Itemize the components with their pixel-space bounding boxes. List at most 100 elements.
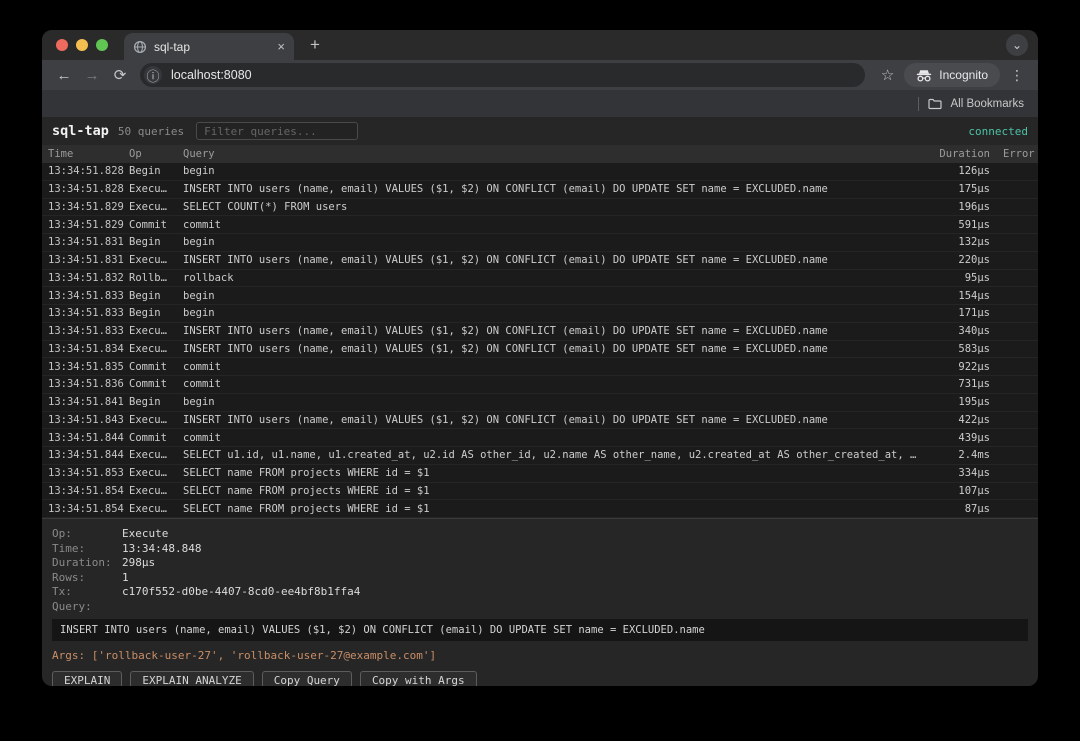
time-cell: 13:34:51.843 (48, 414, 129, 426)
table-row[interactable]: 13:34:51.833Execu…INSERT INTO users (nam… (42, 323, 1038, 341)
time-cell: 13:34:51.854 (48, 485, 129, 497)
dur-cell: 731µs (920, 378, 990, 390)
table-row[interactable]: 13:34:51.831Execu…INSERT INTO users (nam… (42, 252, 1038, 270)
query-cell: INSERT INTO users (name, email) VALUES (… (183, 414, 920, 426)
tab-title: sql-tap (154, 40, 270, 54)
table-row[interactable]: 13:34:51.829Execu…SELECT COUNT(*) FROM u… (42, 199, 1038, 217)
query-cell: SELECT u1.id, u1.name, u1.created_at, u2… (183, 449, 920, 461)
op-cell: Rollb… (129, 272, 183, 284)
incognito-icon (916, 69, 932, 82)
dur-cell: 126µs (920, 165, 990, 177)
table-row[interactable]: 13:34:51.854Execu…SELECT name FROM proje… (42, 500, 1038, 518)
explain-button[interactable]: EXPLAIN (52, 671, 122, 686)
column-header-duration[interactable]: Duration (920, 148, 990, 160)
forward-icon[interactable]: → (78, 67, 106, 84)
op-cell: Begin (129, 165, 183, 177)
time-cell: 13:34:51.835 (48, 361, 129, 373)
column-header-op[interactable]: Op (129, 148, 183, 160)
close-window-button[interactable] (56, 39, 68, 51)
minimize-window-button[interactable] (76, 39, 88, 51)
detail-query-box: INSERT INTO users (name, email) VALUES (… (52, 619, 1028, 641)
table-body: 13:34:51.828Beginbegin126µs13:34:51.828E… (42, 163, 1038, 518)
copy-with-args-button[interactable]: Copy with Args (360, 671, 477, 686)
dur-cell: 195µs (920, 396, 990, 408)
address-bar[interactable]: ⓘ localhost:8080 (140, 63, 865, 87)
detail-field-label: Rows: (52, 571, 122, 586)
query-cell: commit (183, 219, 920, 231)
time-cell: 13:34:51.836 (48, 378, 129, 390)
query-cell: commit (183, 378, 920, 390)
dur-cell: 334µs (920, 467, 990, 479)
query-cell: begin (183, 396, 920, 408)
maximize-window-button[interactable] (96, 39, 108, 51)
detail-field-value: c170f552-d0be-4407-8cd0-ee4bf8b1ffa4 (122, 585, 1028, 600)
table-row[interactable]: 13:34:51.829Commitcommit591µs (42, 216, 1038, 234)
reload-icon[interactable]: ⟳ (106, 66, 134, 84)
table-row[interactable]: 13:34:51.833Beginbegin171µs (42, 305, 1038, 323)
new-tab-icon[interactable]: + (310, 35, 320, 55)
detail-field: Duration:298µs (52, 556, 1028, 571)
all-bookmarks-label[interactable]: All Bookmarks (951, 98, 1025, 110)
table-row[interactable]: 13:34:51.832Rollb…rollback95µs (42, 270, 1038, 288)
dur-cell: 95µs (920, 272, 990, 284)
table-row[interactable]: 13:34:51.834Execu…INSERT INTO users (nam… (42, 341, 1038, 359)
dur-cell: 922µs (920, 361, 990, 373)
table-row[interactable]: 13:34:51.844Commitcommit439µs (42, 429, 1038, 447)
traffic-lights (42, 39, 124, 51)
site-info-icon[interactable]: ⓘ (144, 66, 162, 84)
table-row[interactable]: 13:34:51.828Beginbegin126µs (42, 163, 1038, 181)
query-cell: rollback (183, 272, 920, 284)
folder-icon (928, 98, 942, 110)
table-row[interactable]: 13:34:51.828Execu…INSERT INTO users (nam… (42, 181, 1038, 199)
op-cell: Begin (129, 307, 183, 319)
query-cell: INSERT INTO users (name, email) VALUES (… (183, 183, 920, 195)
time-cell: 13:34:51.831 (48, 236, 129, 248)
chevron-down-icon[interactable]: ⌄ (1006, 34, 1028, 56)
table-row[interactable]: 13:34:51.835Commitcommit922µs (42, 358, 1038, 376)
time-cell: 13:34:51.831 (48, 254, 129, 266)
tab-close-icon[interactable]: × (277, 40, 285, 53)
time-cell: 13:34:51.854 (48, 503, 129, 515)
table-header: Time Op Query Duration Error (42, 145, 1038, 163)
table-row[interactable]: 13:34:51.833Beginbegin154µs (42, 287, 1038, 305)
detail-panel: Op:ExecuteTime:13:34:48.848Duration:298µ… (42, 518, 1038, 686)
connection-status: connected (968, 125, 1028, 138)
app-title: sql-tap (52, 123, 109, 139)
op-cell: Execu… (129, 485, 183, 497)
table-row[interactable]: 13:34:51.853Execu…SELECT name FROM proje… (42, 465, 1038, 483)
table-row[interactable]: 13:34:51.844Execu…SELECT u1.id, u1.name,… (42, 447, 1038, 465)
tab-sql-tap[interactable]: sql-tap × (124, 33, 294, 60)
detail-field-label: Query: (52, 600, 122, 615)
query-cell: commit (183, 361, 920, 373)
explain-analyze-button[interactable]: EXPLAIN ANALYZE (130, 671, 253, 686)
time-cell: 13:34:51.828 (48, 183, 129, 195)
query-cell: begin (183, 236, 920, 248)
op-cell: Begin (129, 290, 183, 302)
column-header-time[interactable]: Time (48, 148, 129, 160)
table-row[interactable]: 13:34:51.836Commitcommit731µs (42, 376, 1038, 394)
detail-args: Args: ['rollback-user-27', 'rollback-use… (52, 648, 1028, 663)
table-row[interactable]: 13:34:51.831Beginbegin132µs (42, 234, 1038, 252)
column-header-error[interactable]: Error (990, 148, 1030, 160)
column-header-query[interactable]: Query (183, 148, 920, 160)
back-icon[interactable]: ← (50, 67, 78, 84)
table-row[interactable]: 13:34:51.841Beginbegin195µs (42, 394, 1038, 412)
dur-cell: 132µs (920, 236, 990, 248)
table-row[interactable]: 13:34:51.854Execu…SELECT name FROM proje… (42, 483, 1038, 501)
query-cell: begin (183, 290, 920, 302)
copy-query-button[interactable]: Copy Query (262, 671, 352, 686)
query-cell: INSERT INTO users (name, email) VALUES (… (183, 325, 920, 337)
op-cell: Execu… (129, 325, 183, 337)
detail-field-value: 1 (122, 571, 1028, 586)
table-row[interactable]: 13:34:51.843Execu…INSERT INTO users (nam… (42, 412, 1038, 430)
time-cell: 13:34:51.828 (48, 165, 129, 177)
detail-buttons: EXPLAIN EXPLAIN ANALYZE Copy Query Copy wit… (52, 671, 1028, 686)
browser-menu-icon[interactable]: ⋮ (1010, 67, 1024, 84)
detail-field-label: Duration: (52, 556, 122, 571)
time-cell: 13:34:51.829 (48, 219, 129, 231)
filter-queries-input[interactable] (196, 122, 358, 140)
detail-field-value (122, 600, 1028, 615)
query-cell: INSERT INTO users (name, email) VALUES (… (183, 254, 920, 266)
incognito-label: Incognito (939, 68, 988, 82)
bookmark-star-icon[interactable]: ☆ (881, 66, 894, 84)
